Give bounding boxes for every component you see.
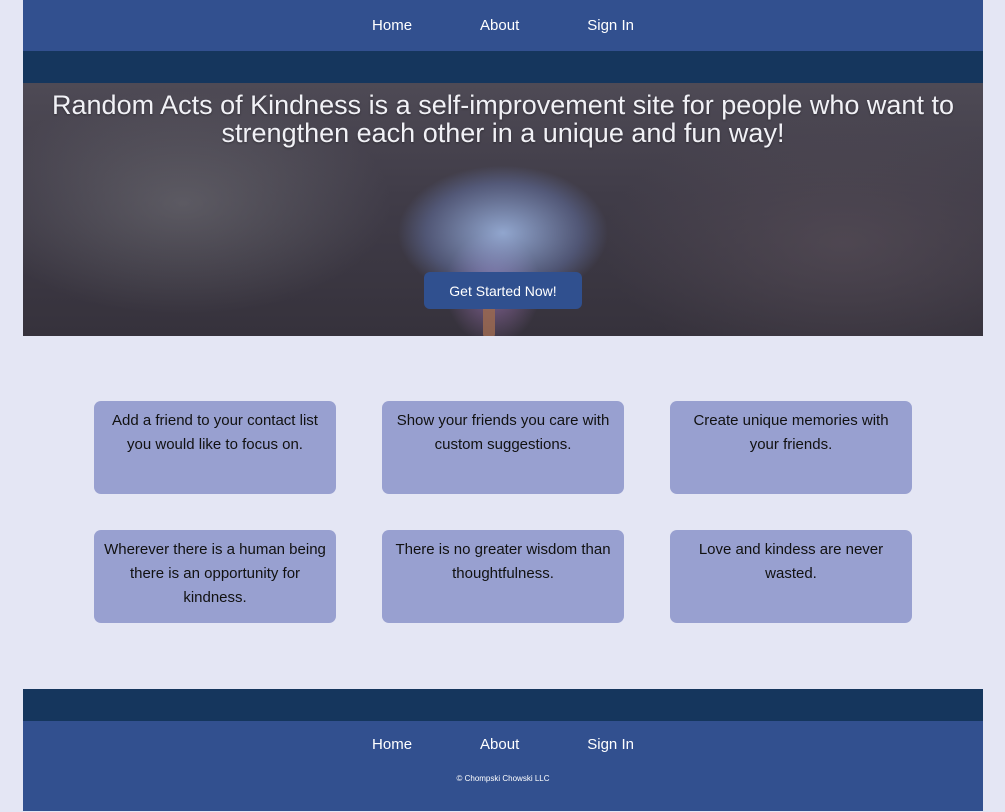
feature-card-add-friend: Add a friend to your contact list you wo… bbox=[94, 401, 336, 494]
top-nav: Home About Sign In bbox=[23, 0, 983, 51]
quote-card-opportunity: Wherever there is a human being there is… bbox=[94, 530, 336, 623]
footer-nav: Home About Sign In bbox=[23, 736, 983, 753]
nav-about-link[interactable]: About bbox=[446, 17, 553, 34]
get-started-button[interactable]: Get Started Now! bbox=[424, 272, 582, 309]
footer-band bbox=[23, 689, 983, 721]
footer-about-link[interactable]: About bbox=[446, 736, 553, 753]
hero-banner: Random Acts of Kindness is a self-improv… bbox=[23, 83, 983, 336]
footer-home-link[interactable]: Home bbox=[338, 736, 446, 753]
quote-card-wisdom: There is no greater wisdom than thoughtf… bbox=[382, 530, 624, 623]
footer: Home About Sign In © Chompski Chowski LL… bbox=[23, 721, 983, 811]
header-band bbox=[23, 51, 983, 83]
feature-card-show-care: Show your friends you care with custom s… bbox=[382, 401, 624, 494]
quote-card-love: Love and kindess are never wasted. bbox=[670, 530, 912, 623]
feature-card-memories: Create unique memories with your friends… bbox=[670, 401, 912, 494]
copyright-text: © Chompski Chowski LLC bbox=[456, 774, 550, 783]
nav-home-link[interactable]: Home bbox=[338, 17, 446, 34]
footer-signin-link[interactable]: Sign In bbox=[553, 736, 668, 753]
nav-signin-link[interactable]: Sign In bbox=[553, 17, 668, 34]
hero-title: Random Acts of Kindness is a self-improv… bbox=[52, 90, 954, 148]
